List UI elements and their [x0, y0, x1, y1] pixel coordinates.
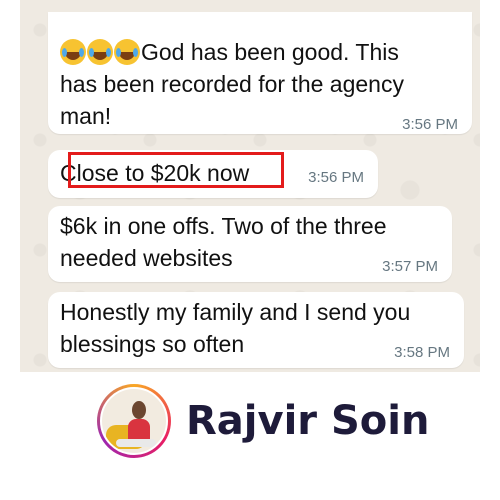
- message-bubble[interactable]: Honestly my family and I send you blessi…: [48, 292, 464, 368]
- message-text: God has been good. This: [141, 39, 399, 65]
- highlight-box: [68, 152, 284, 188]
- message-bubble[interactable]: $6k in one offs. Two of the three needed…: [48, 206, 452, 282]
- message-text: blessings so often: [60, 331, 245, 357]
- profile-name: Rajvir Soin: [186, 398, 430, 444]
- message-text: man!: [60, 103, 112, 129]
- face-with-tears-of-joy-icon: [60, 39, 86, 65]
- face-with-tears-of-joy-icon: [87, 39, 113, 65]
- avatar-legs: [116, 439, 156, 447]
- message-line: God has been good. This: [60, 36, 399, 68]
- message-text: Honestly my family and I send you: [60, 299, 411, 325]
- message-timestamp: 3:56 PM: [308, 169, 364, 186]
- avatar: [100, 387, 168, 455]
- message-timestamp: 3:56 PM: [402, 116, 458, 133]
- message-text: $6k in one offs. Two of the three: [60, 213, 387, 239]
- message-timestamp: 3:58 PM: [394, 344, 450, 361]
- message-text: has been recorded for the agency: [60, 71, 404, 97]
- avatar-head: [132, 401, 146, 419]
- chat-area: God has been good. This has been recorde…: [20, 0, 480, 372]
- face-with-tears-of-joy-icon: [114, 39, 140, 65]
- profile-avatar-ring: [97, 384, 171, 458]
- message-bubble[interactable]: God has been good. This has been recorde…: [48, 12, 472, 134]
- message-text: needed websites: [60, 245, 233, 271]
- message-timestamp: 3:57 PM: [382, 258, 438, 275]
